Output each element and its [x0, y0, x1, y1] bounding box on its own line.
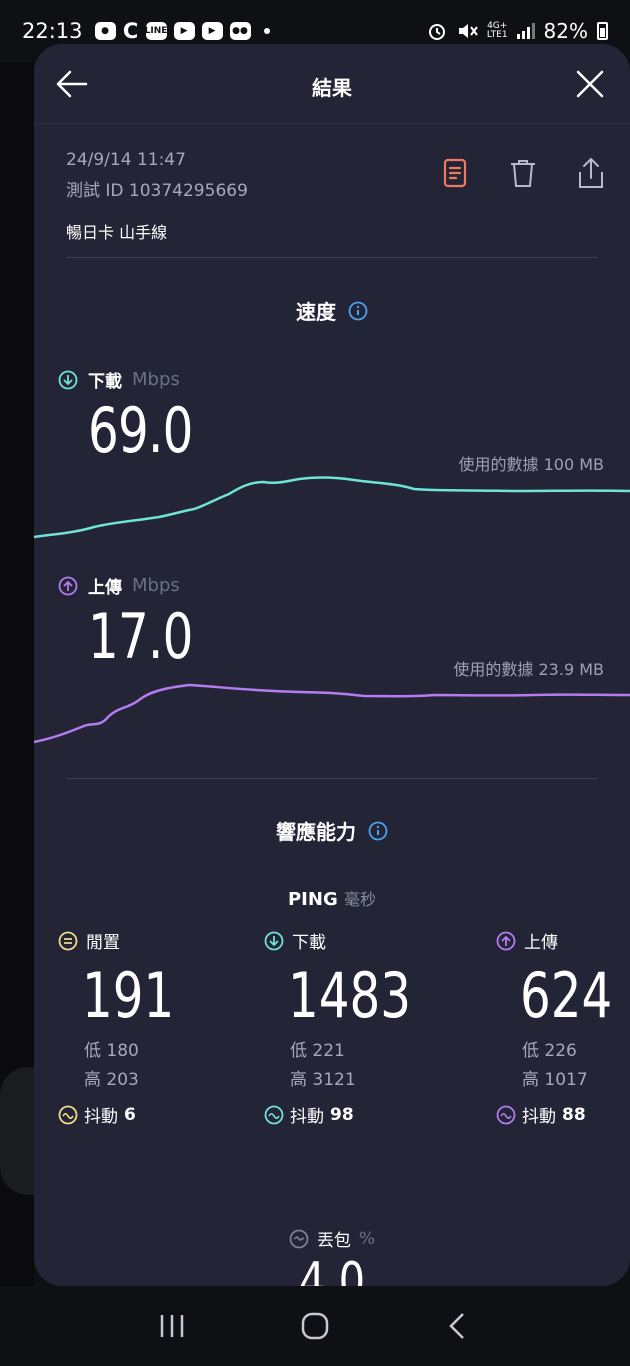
youtube-icon: ▶ [173, 22, 195, 40]
ping-idle: 閒置 191 低 180 高 203 抖動 6 [58, 928, 248, 1127]
page-title: 結果 [312, 76, 352, 100]
system-nav-bar [0, 1286, 630, 1366]
upload-text: 上傳 [88, 578, 122, 598]
wechat-icon: ●● [229, 22, 251, 40]
download-speed-value: 69.0 [88, 394, 193, 467]
upload-speed-value: 17.0 [88, 600, 193, 673]
idle-label: 閒置 [86, 933, 120, 953]
idle-low: 低 180 [84, 1041, 139, 1061]
upload-unit: Mbps [132, 575, 180, 596]
home-icon[interactable] [295, 1306, 335, 1346]
battery-percent: 82% [543, 19, 588, 43]
idle-jitter: 抖動 6 [58, 1102, 248, 1127]
background-app [0, 62, 34, 1286]
jitter-icon-2 [264, 1105, 284, 1124]
download-jitter: 抖動 98 [264, 1102, 454, 1127]
download-ping-icon [264, 931, 284, 950]
packet-loss-value: 4.0 [298, 1252, 366, 1286]
network-name: 暢日卡 山手線 [66, 223, 168, 242]
ping-unit: 毫秒 [344, 890, 377, 909]
trash-icon[interactable] [506, 156, 540, 190]
upload-ping-icon [496, 931, 516, 950]
download-unit: Mbps [132, 369, 180, 390]
upload-graph [34, 683, 630, 744]
close-icon[interactable] [572, 66, 608, 102]
info-icon-2[interactable] [368, 821, 388, 841]
jitter-icon-3 [496, 1105, 516, 1124]
test-date: 24/9/14 11:47 [66, 150, 186, 170]
idle-ping-value: 191 [82, 959, 175, 1032]
download-ping-value: 1483 [288, 959, 412, 1032]
download-ping-low: 低 221 [290, 1041, 345, 1061]
download-label: 下載 Mbps [58, 367, 180, 392]
background-bubble [0, 1067, 34, 1195]
download-text: 下載 [88, 372, 122, 392]
responsiveness-heading: 響應能力 [34, 816, 630, 845]
download-ping-label-row: 下載 [264, 928, 454, 953]
upload-ping-low: 低 226 [522, 1041, 577, 1061]
result-actions [438, 156, 608, 190]
divider [66, 257, 598, 258]
speed-title: 速度 [296, 300, 336, 324]
upload-jitter: 抖動 88 [496, 1102, 630, 1127]
download-ping-high: 高 3121 [290, 1070, 356, 1090]
chat-notification-icon: ● [94, 22, 116, 40]
packet-loss-label: 丟包 % [34, 1226, 630, 1251]
idle-high: 高 203 [84, 1070, 139, 1090]
ping-heading: PING 毫秒 [34, 886, 630, 910]
ping-upload: 上傳 624 低 226 高 1017 抖動 88 [496, 928, 630, 1127]
info-icon[interactable] [348, 301, 368, 321]
upload-ping-high: 高 1017 [522, 1070, 588, 1090]
test-meta: 24/9/14 11:47 測試 ID 10374295669 暢日卡 山手線 [66, 150, 248, 243]
upload-ping-value: 624 [520, 959, 613, 1032]
back-nav-icon[interactable] [438, 1306, 478, 1346]
download-ping-label: 下載 [292, 933, 326, 953]
download-arrow-icon [58, 370, 78, 389]
mute-icon [458, 24, 478, 38]
packet-loss-icon [289, 1229, 309, 1248]
document-icon[interactable] [438, 156, 472, 190]
notification-icons: ● C LINE ▶ ▶ ●● [94, 19, 270, 43]
battery-icon [597, 22, 608, 40]
status-right: 4G+ LTE1 82% [427, 19, 608, 43]
top-bar: 結果 [34, 44, 630, 124]
ping-download: 下載 1483 低 221 高 3121 抖動 98 [264, 928, 454, 1127]
download-graph [34, 476, 630, 539]
upload-label: 上傳 Mbps [58, 573, 180, 598]
youtube-icon-2: ▶ [201, 22, 223, 40]
ping-label: PING [287, 889, 338, 910]
network-type: 4G+ LTE1 [486, 21, 508, 40]
idle-icon [58, 931, 78, 950]
line-icon: LINE [145, 22, 167, 40]
alarm-icon [428, 24, 445, 40]
test-id: 測試 ID 10374295669 [66, 181, 248, 201]
c-app-icon: C [122, 19, 139, 43]
more-notifications-dot [263, 28, 270, 34]
responsiveness-title: 響應能力 [276, 820, 356, 844]
divider-2 [66, 778, 598, 779]
speed-heading: 速度 [34, 296, 630, 325]
signal-icon [516, 23, 535, 39]
idle-label-row: 閒置 [58, 928, 248, 953]
share-icon[interactable] [574, 156, 608, 190]
status-time: 22:13 [22, 19, 83, 43]
recent-apps-icon[interactable] [152, 1306, 192, 1346]
upload-ping-label-row: 上傳 [496, 928, 630, 953]
upload-arrow-icon [58, 576, 78, 595]
jitter-icon [58, 1105, 78, 1124]
upload-ping-label: 上傳 [524, 933, 558, 953]
results-sheet: 結果 24/9/14 11:47 測試 ID 10374295669 暢日卡 山… [34, 44, 630, 1286]
